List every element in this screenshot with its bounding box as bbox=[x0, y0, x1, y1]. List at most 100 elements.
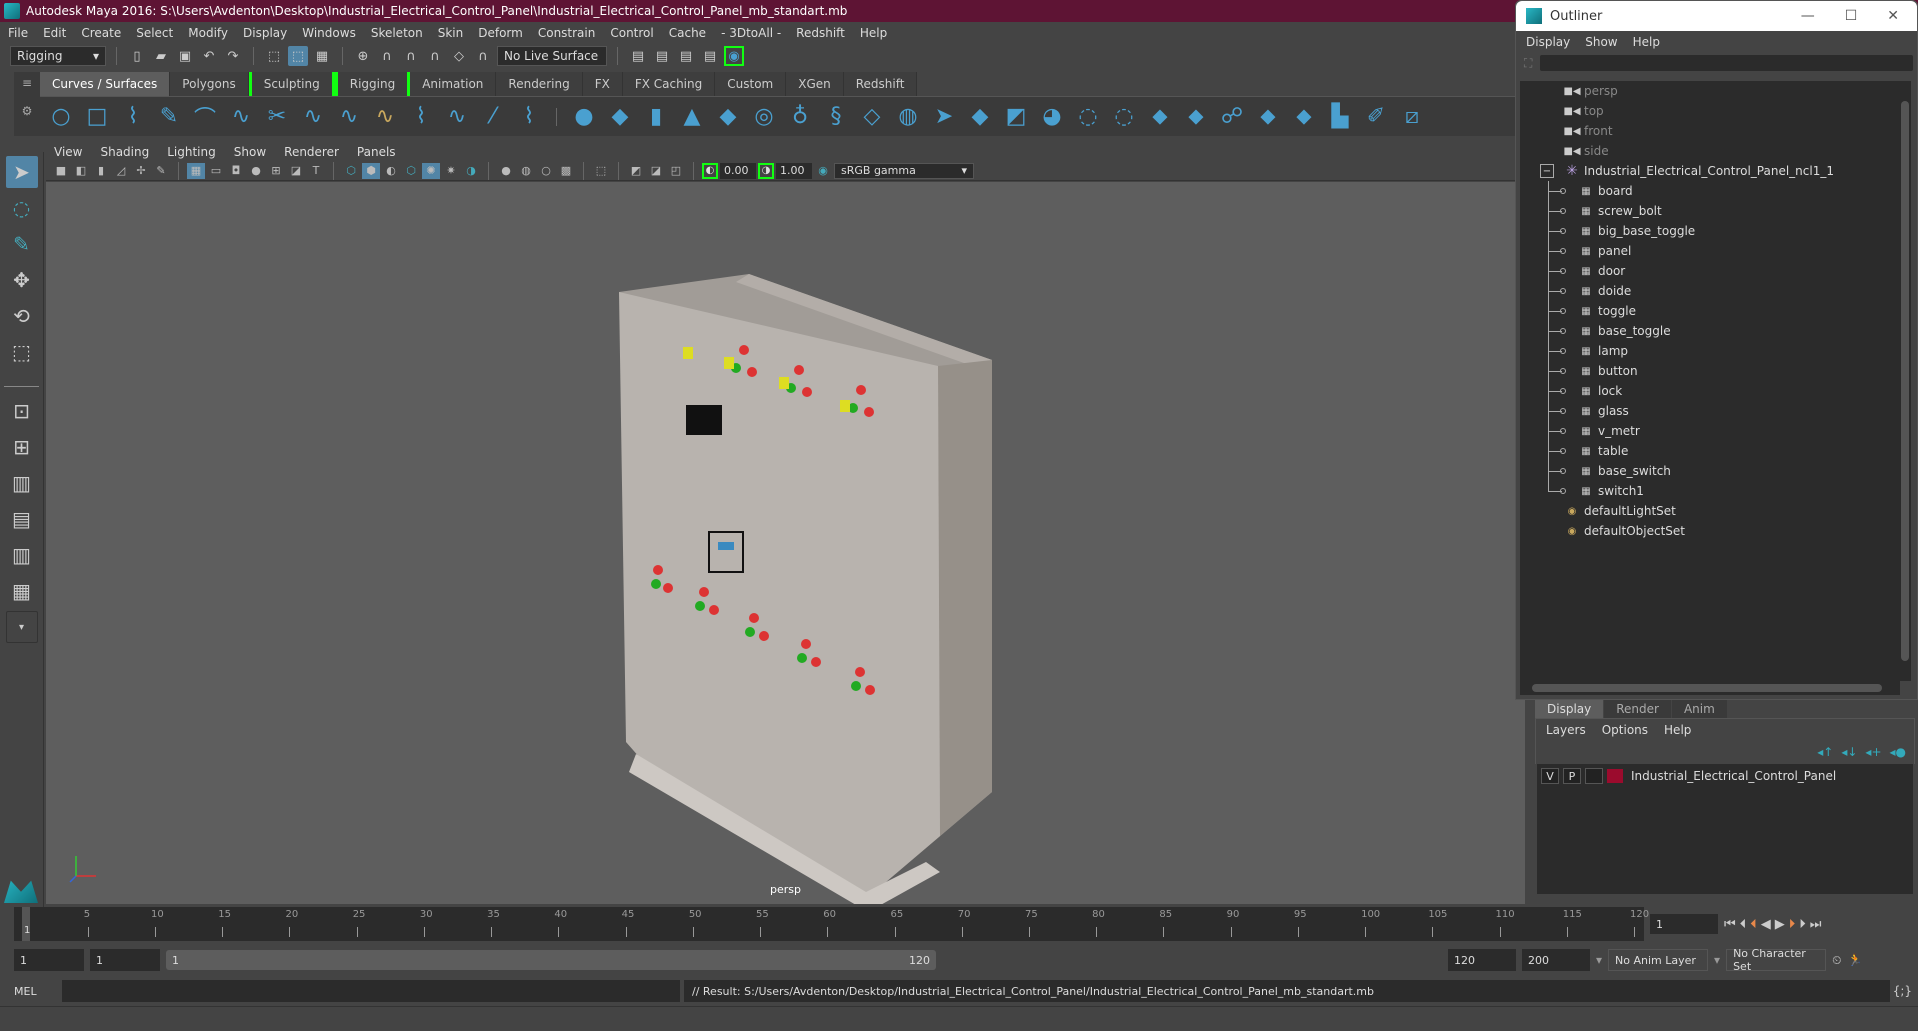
outliner-item-panel[interactable]: ▦ panel bbox=[1520, 241, 1900, 261]
menu-set-dropdown[interactable]: Rigging ▾ bbox=[10, 46, 106, 66]
outliner-item-persp[interactable]: ■◀ persp bbox=[1520, 81, 1900, 101]
outliner-item-doide[interactable]: ▦ doide bbox=[1520, 281, 1900, 301]
trim-icon[interactable]: ⬥ bbox=[1145, 102, 1175, 132]
save-scene-icon[interactable]: ▣ bbox=[175, 46, 195, 66]
film-gate-icon[interactable]: ▭ bbox=[207, 163, 225, 179]
outliner-item-toggle[interactable]: ▦ toggle bbox=[1520, 301, 1900, 321]
outliner-item-group[interactable]: − ✳ Industrial_Electrical_Control_Panel_nc… bbox=[1520, 161, 1900, 181]
motion-blur-icon[interactable]: ◍ bbox=[517, 163, 535, 179]
tab-rigging[interactable]: Rigging bbox=[334, 72, 411, 96]
viewport-menu-renderer[interactable]: Renderer bbox=[284, 145, 339, 159]
2d-pan-zoom-icon[interactable]: ✢ bbox=[132, 163, 150, 179]
wireframe-icon[interactable]: ⬡ bbox=[342, 163, 360, 179]
outliner-item-defaultobjectset[interactable]: ◉ defaultObjectSet bbox=[1520, 521, 1900, 541]
gamma-icon[interactable]: ◑ bbox=[758, 162, 774, 179]
tab-redshift[interactable]: Redshift bbox=[843, 72, 918, 96]
outliner-item-table[interactable]: ▦ table bbox=[1520, 441, 1900, 461]
character-set-dropdown[interactable]: No Character Set bbox=[1726, 947, 1827, 973]
outliner-item-glass[interactable]: ▦ glass bbox=[1520, 401, 1900, 421]
outliner-item-defaultlightset[interactable]: ◉ defaultLightSet bbox=[1520, 501, 1900, 521]
nurbs-circle-icon[interactable]: ○ bbox=[46, 102, 76, 132]
outliner-item-switch1[interactable]: ▦ switch1 bbox=[1520, 481, 1900, 501]
tab-animation[interactable]: Animation bbox=[410, 72, 497, 96]
tab-display[interactable]: Display bbox=[1535, 700, 1604, 718]
textured-icon[interactable]: ✺ bbox=[422, 162, 440, 179]
extrude-icon[interactable]: ◍ bbox=[893, 102, 923, 132]
layer-menu-options[interactable]: Options bbox=[1602, 723, 1648, 737]
snap-surface-icon[interactable]: ◇ bbox=[449, 46, 469, 66]
tab-curves-surfaces[interactable]: Curves / Surfaces bbox=[40, 72, 171, 96]
surface-edit-icon[interactable]: ⧄ bbox=[1397, 102, 1427, 132]
select-tool-icon[interactable]: ➤ bbox=[5, 156, 38, 188]
menu-create[interactable]: Create bbox=[81, 26, 121, 40]
outliner-item-big-base-toggle[interactable]: ▦ big_base_toggle bbox=[1520, 221, 1900, 241]
play-backward-icon[interactable]: ◀ bbox=[1761, 917, 1771, 932]
ep-curve-icon[interactable]: ⌒ bbox=[190, 102, 220, 132]
anti-aliasing-icon[interactable]: ○ bbox=[537, 163, 555, 179]
boundary-icon[interactable]: ◆ bbox=[965, 102, 995, 132]
menu-windows[interactable]: Windows bbox=[302, 26, 356, 40]
move-layer-up-icon[interactable]: ◂↑ bbox=[1817, 745, 1833, 759]
char-set-chevron-icon[interactable]: ▾ bbox=[1714, 953, 1720, 967]
menu-deform[interactable]: Deform bbox=[478, 26, 523, 40]
step-back-frame-icon[interactable]: ⏴ bbox=[1740, 917, 1747, 932]
hypershade-persp-layout-icon[interactable]: ▥ bbox=[6, 539, 38, 571]
scene-start-field[interactable]: 1 bbox=[14, 949, 84, 971]
render-view-icon[interactable]: ▤ bbox=[628, 46, 648, 66]
revolve-icon[interactable]: ♁ bbox=[785, 102, 815, 132]
go-to-start-icon[interactable]: ⏮ bbox=[1724, 917, 1736, 932]
redo-icon[interactable]: ↷ bbox=[223, 46, 243, 66]
detach-curve-icon[interactable]: ∿ bbox=[298, 102, 328, 132]
sculpt-tool-icon[interactable]: ✐ bbox=[1361, 102, 1391, 132]
exposure-field[interactable]: 0.00 bbox=[720, 162, 756, 179]
menu-constrain[interactable]: Constrain bbox=[538, 26, 596, 40]
step-forward-key-icon[interactable]: ⏵ bbox=[1789, 917, 1796, 932]
outliner-item-screw-bolt[interactable]: ▦ screw_bolt bbox=[1520, 201, 1900, 221]
cv-curve-icon[interactable]: ⌇ bbox=[118, 102, 148, 132]
step-back-key-icon[interactable]: ⏴ bbox=[1750, 917, 1757, 932]
camera-select-icon[interactable]: ■ bbox=[52, 163, 70, 179]
curve-edit-icon[interactable]: ⌇ bbox=[514, 102, 544, 132]
range-slider-end[interactable]: 120 bbox=[909, 954, 930, 967]
shadows-icon[interactable]: ◑ bbox=[462, 163, 480, 179]
time-slider[interactable]: 1 5 10 15 20 25 30 35 40 45 50 55 60 65 70 75 80 85 90 95 1… bbox=[14, 907, 1649, 941]
outliner-item-base-switch[interactable]: ▦ base_switch bbox=[1520, 461, 1900, 481]
script-language-toggle[interactable]: MEL bbox=[14, 985, 58, 998]
xray-icon[interactable]: ◩ bbox=[627, 163, 645, 179]
snap-curve-icon[interactable]: ∩ bbox=[377, 46, 397, 66]
viewport-menu-panels[interactable]: Panels bbox=[357, 145, 396, 159]
ipr-render-icon[interactable]: ▤ bbox=[676, 46, 696, 66]
range-slider-start[interactable]: 1 bbox=[172, 954, 179, 967]
viewport-menu-show[interactable]: Show bbox=[234, 145, 266, 159]
visibility-toggle[interactable]: V bbox=[1541, 768, 1559, 784]
menu-select[interactable]: Select bbox=[136, 26, 173, 40]
render-frame-icon[interactable]: ▤ bbox=[652, 46, 672, 66]
exposure-icon[interactable]: ◐ bbox=[702, 162, 718, 179]
insert-knot-icon[interactable]: ∿ bbox=[442, 102, 472, 132]
scale-tool-icon[interactable]: ⬚ bbox=[6, 336, 38, 368]
select-object-icon[interactable]: ⬚ bbox=[288, 46, 308, 66]
step-forward-frame-icon[interactable]: ⏵ bbox=[1799, 917, 1806, 932]
anim-layer-chevron-icon[interactable]: ▾ bbox=[1596, 953, 1602, 967]
safe-title-icon[interactable]: T bbox=[307, 163, 325, 179]
rotate-tool-icon[interactable]: ⟲ bbox=[6, 300, 38, 332]
use-all-lights-icon[interactable]: ✷ bbox=[442, 163, 460, 179]
nurbs-square-icon[interactable]: □ bbox=[82, 102, 112, 132]
grid-icon[interactable]: ▦ bbox=[187, 162, 205, 179]
nurbs-sphere-icon[interactable]: ● bbox=[569, 102, 599, 132]
detach-surface-icon[interactable]: ⬥ bbox=[1253, 102, 1283, 132]
tab-polygons[interactable]: Polygons bbox=[170, 72, 249, 96]
bevel-icon[interactable]: ◕ bbox=[1037, 102, 1067, 132]
display-type-toggle[interactable] bbox=[1585, 768, 1603, 784]
new-layer-selected-icon[interactable]: ◂● bbox=[1890, 745, 1907, 759]
select-hierarchy-icon[interactable]: ⬚ bbox=[264, 46, 284, 66]
tab-rendering[interactable]: Rendering bbox=[496, 72, 583, 96]
render-settings-icon[interactable]: ▤ bbox=[700, 46, 720, 66]
nurbs-torus-icon[interactable]: ◎ bbox=[749, 102, 779, 132]
bezier-tangent-icon[interactable]: ⁄ bbox=[478, 102, 508, 132]
attach-icon[interactable]: ☍ bbox=[1217, 102, 1247, 132]
menu-3dtoall[interactable]: - 3DtoAll - bbox=[721, 26, 781, 40]
current-frame-field[interactable]: 1 bbox=[1650, 914, 1718, 934]
square-surface-icon[interactable]: ◩ bbox=[1001, 102, 1031, 132]
viewport-menu-view[interactable]: View bbox=[54, 145, 82, 159]
